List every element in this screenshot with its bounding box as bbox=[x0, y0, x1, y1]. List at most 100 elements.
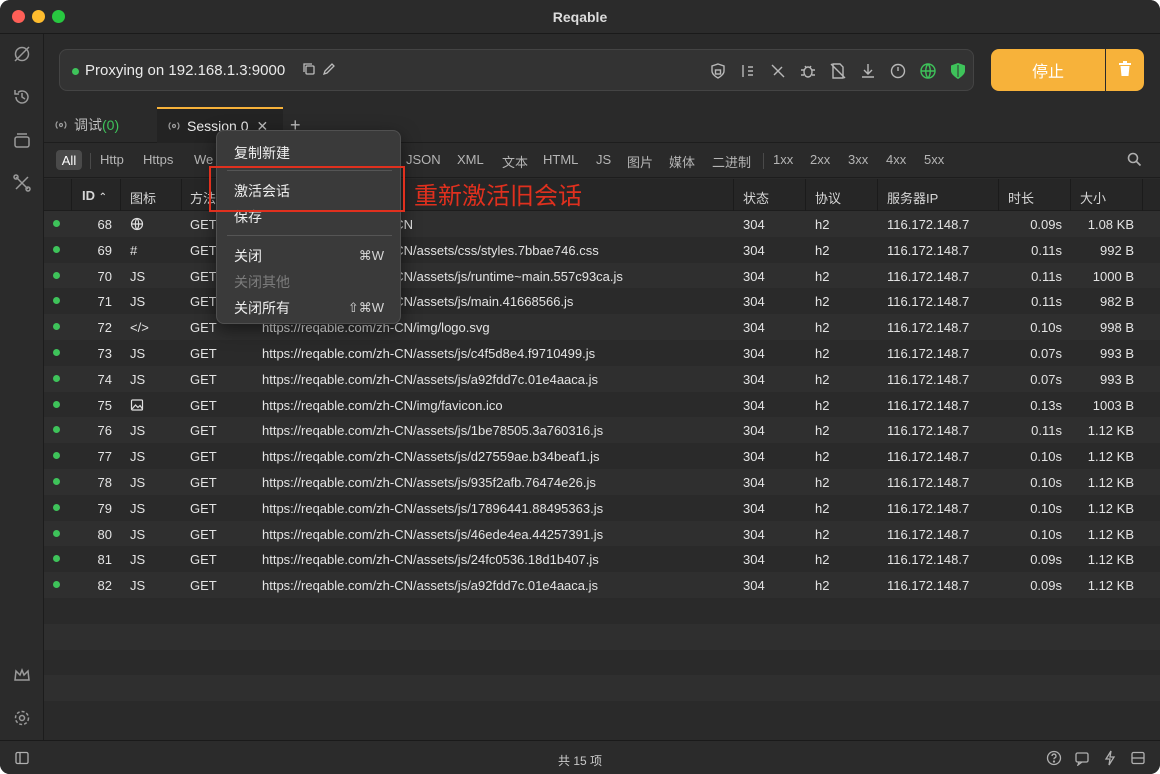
table-row[interactable]: 71 JS GET https://reqable.com/zh-CN/assets/… bbox=[44, 288, 1160, 315]
row-id: 82 bbox=[97, 578, 112, 594]
tab-debug[interactable]: 调试 (0) bbox=[44, 107, 156, 143]
filter-html[interactable]: HTML bbox=[543, 152, 578, 167]
app-title: Reqable bbox=[552, 9, 608, 25]
download-icon[interactable] bbox=[858, 61, 878, 81]
row-status: 304 bbox=[743, 371, 765, 387]
settings-gear-icon[interactable] bbox=[11, 707, 33, 729]
filter-2xx[interactable]: 2xx bbox=[810, 152, 830, 167]
table-row[interactable]: 76 JS GET https://reqable.com/zh-CN/assets/… bbox=[44, 417, 1160, 444]
filter-image[interactable]: 图片 bbox=[627, 152, 653, 171]
row-size: 998 B bbox=[1100, 320, 1134, 336]
table-row[interactable]: 78 JS GET https://reqable.com/zh-CN/assets/… bbox=[44, 469, 1160, 495]
column-server-ip[interactable]: 服务器IP bbox=[887, 188, 938, 207]
table-row[interactable]: 82 JS GET https://reqable.com/zh-CN/assets/… bbox=[44, 572, 1160, 598]
table-row[interactable]: 81 JS GET https://reqable.com/zh-CN/assets/… bbox=[44, 546, 1160, 573]
table-row[interactable]: 77 JS GET https://reqable.com/zh-CN/assets/… bbox=[44, 443, 1160, 469]
row-protocol: h2 bbox=[815, 371, 830, 387]
row-duration: 0.10s bbox=[1030, 320, 1062, 336]
rewrite-icon[interactable] bbox=[738, 61, 758, 81]
table-row[interactable]: 74 JS GET https://reqable.com/zh-CN/assets/… bbox=[44, 365, 1160, 392]
column-size[interactable]: 大小 bbox=[1080, 188, 1106, 207]
filter-all[interactable]: All bbox=[56, 150, 82, 170]
clear-button[interactable] bbox=[1106, 49, 1144, 91]
help-icon[interactable] bbox=[1046, 750, 1062, 766]
copy-icon[interactable] bbox=[302, 62, 318, 78]
search-icon[interactable] bbox=[1127, 152, 1142, 170]
bug-icon[interactable] bbox=[798, 61, 818, 81]
tab-context-menu: 复制新建 激活会话 保存 关闭 ⌘W 关闭其他 关闭所有 ⇧⌘W bbox=[216, 130, 401, 324]
row-url: https://reqable.com/zh-CN/assets/js/1be7… bbox=[262, 423, 604, 439]
table-row[interactable]: 79 JS GET https://reqable.com/zh-CN/assets/… bbox=[44, 494, 1160, 521]
menu-divider bbox=[227, 235, 392, 236]
row-status: 304 bbox=[743, 500, 765, 516]
filter-text[interactable]: 文本 bbox=[502, 152, 528, 171]
filter-1xx[interactable]: 1xx bbox=[773, 152, 793, 167]
row-status: 304 bbox=[743, 578, 765, 594]
row-status-dot bbox=[53, 529, 60, 537]
row-method: GET bbox=[190, 294, 217, 310]
lock-icon[interactable] bbox=[708, 61, 728, 81]
filter-websocket[interactable]: We bbox=[194, 152, 213, 167]
column-divider bbox=[877, 179, 878, 211]
column-id[interactable]: ID ⌃ bbox=[82, 188, 107, 203]
feedback-icon[interactable] bbox=[1074, 750, 1090, 767]
row-status: 304 bbox=[743, 423, 765, 439]
row-url: https://reqable.com/zh-CN/img/favicon.ic… bbox=[262, 397, 503, 413]
table-row[interactable]: 73 JS GET https://reqable.com/zh-CN/assets/… bbox=[44, 340, 1160, 366]
row-id: 72 bbox=[97, 320, 112, 336]
column-protocol[interactable]: 协议 bbox=[815, 188, 841, 207]
row-icon: JS bbox=[130, 475, 146, 490]
capture-icon[interactable] bbox=[11, 43, 33, 65]
row-id: 75 bbox=[97, 397, 112, 413]
tools-icon[interactable] bbox=[11, 172, 33, 194]
filter-json[interactable]: JSON bbox=[406, 152, 441, 167]
table-row[interactable]: 80 JS GET https://reqable.com/zh-CN/assets/… bbox=[44, 520, 1160, 547]
menu-duplicate[interactable]: 复制新建 bbox=[234, 143, 290, 163]
stop-button[interactable]: 停止 bbox=[991, 49, 1105, 91]
filter-xml[interactable]: XML bbox=[457, 152, 484, 167]
row-status-dot bbox=[53, 297, 60, 305]
row-url: https://reqable.com/zh-CN/assets/js/46ed… bbox=[262, 526, 604, 542]
crown-icon[interactable] bbox=[11, 664, 33, 686]
shield-check-icon[interactable] bbox=[948, 61, 968, 81]
column-id-label: ID bbox=[82, 188, 95, 203]
filter-3xx[interactable]: 3xx bbox=[848, 152, 868, 167]
lightning-icon[interactable] bbox=[1102, 750, 1118, 766]
row-icon: JS bbox=[130, 423, 146, 439]
menu-close[interactable]: 关闭 bbox=[234, 246, 262, 266]
edit-pencil-icon[interactable] bbox=[322, 62, 338, 78]
row-status-dot bbox=[53, 426, 60, 434]
column-status[interactable]: 状态 bbox=[743, 188, 769, 207]
table-row[interactable]: 75 GET https://reqable.com/zh-CN/img/favic… bbox=[44, 391, 1160, 418]
column-duration[interactable]: 时长 bbox=[1008, 188, 1034, 207]
filter-binary[interactable]: 二进制 bbox=[712, 152, 751, 171]
history-icon[interactable] bbox=[11, 86, 33, 108]
table-row[interactable]: 72 </> GET https://reqable.com/zh-CN/img/lo… bbox=[44, 314, 1160, 340]
layout-split-icon[interactable] bbox=[1130, 750, 1146, 766]
table-row[interactable]: 68GEThttps://reqable.com/zh-CN304h2116.1… bbox=[44, 211, 1160, 237]
filter-js[interactable]: JS bbox=[596, 152, 611, 167]
row-method: GET bbox=[190, 397, 217, 413]
filter-http[interactable]: Http bbox=[100, 152, 124, 167]
globe-icon[interactable] bbox=[918, 61, 938, 81]
collections-icon[interactable] bbox=[11, 129, 33, 151]
filter-4xx[interactable]: 4xx bbox=[886, 152, 906, 167]
row-duration: 0.10s bbox=[1030, 449, 1062, 465]
table-row[interactable]: 69 # GET https://reqable.com/zh-CN/assets/c… bbox=[44, 236, 1160, 263]
menu-close-all[interactable]: 关闭所有 bbox=[234, 298, 290, 318]
column-icon[interactable]: 图标 bbox=[130, 188, 156, 207]
filter-media[interactable]: 媒体 bbox=[669, 152, 695, 171]
table-row[interactable]: 70 JS GET https://reqable.com/zh-CN/assets/… bbox=[44, 262, 1160, 289]
globe-icon bbox=[130, 217, 144, 231]
row-protocol: h2 bbox=[815, 294, 830, 310]
gauge-icon[interactable] bbox=[888, 61, 908, 81]
row-status-dot bbox=[53, 220, 60, 227]
row-icon: JS bbox=[130, 500, 146, 516]
file-blocked-icon[interactable] bbox=[828, 61, 848, 81]
breakpoint-off-icon[interactable] bbox=[768, 61, 788, 81]
row-size: 1.12 KB bbox=[1087, 500, 1134, 516]
row-method: GET bbox=[190, 578, 217, 594]
filter-5xx[interactable]: 5xx bbox=[924, 152, 944, 167]
filter-https[interactable]: Https bbox=[143, 152, 173, 167]
row-status: 304 bbox=[743, 526, 765, 542]
